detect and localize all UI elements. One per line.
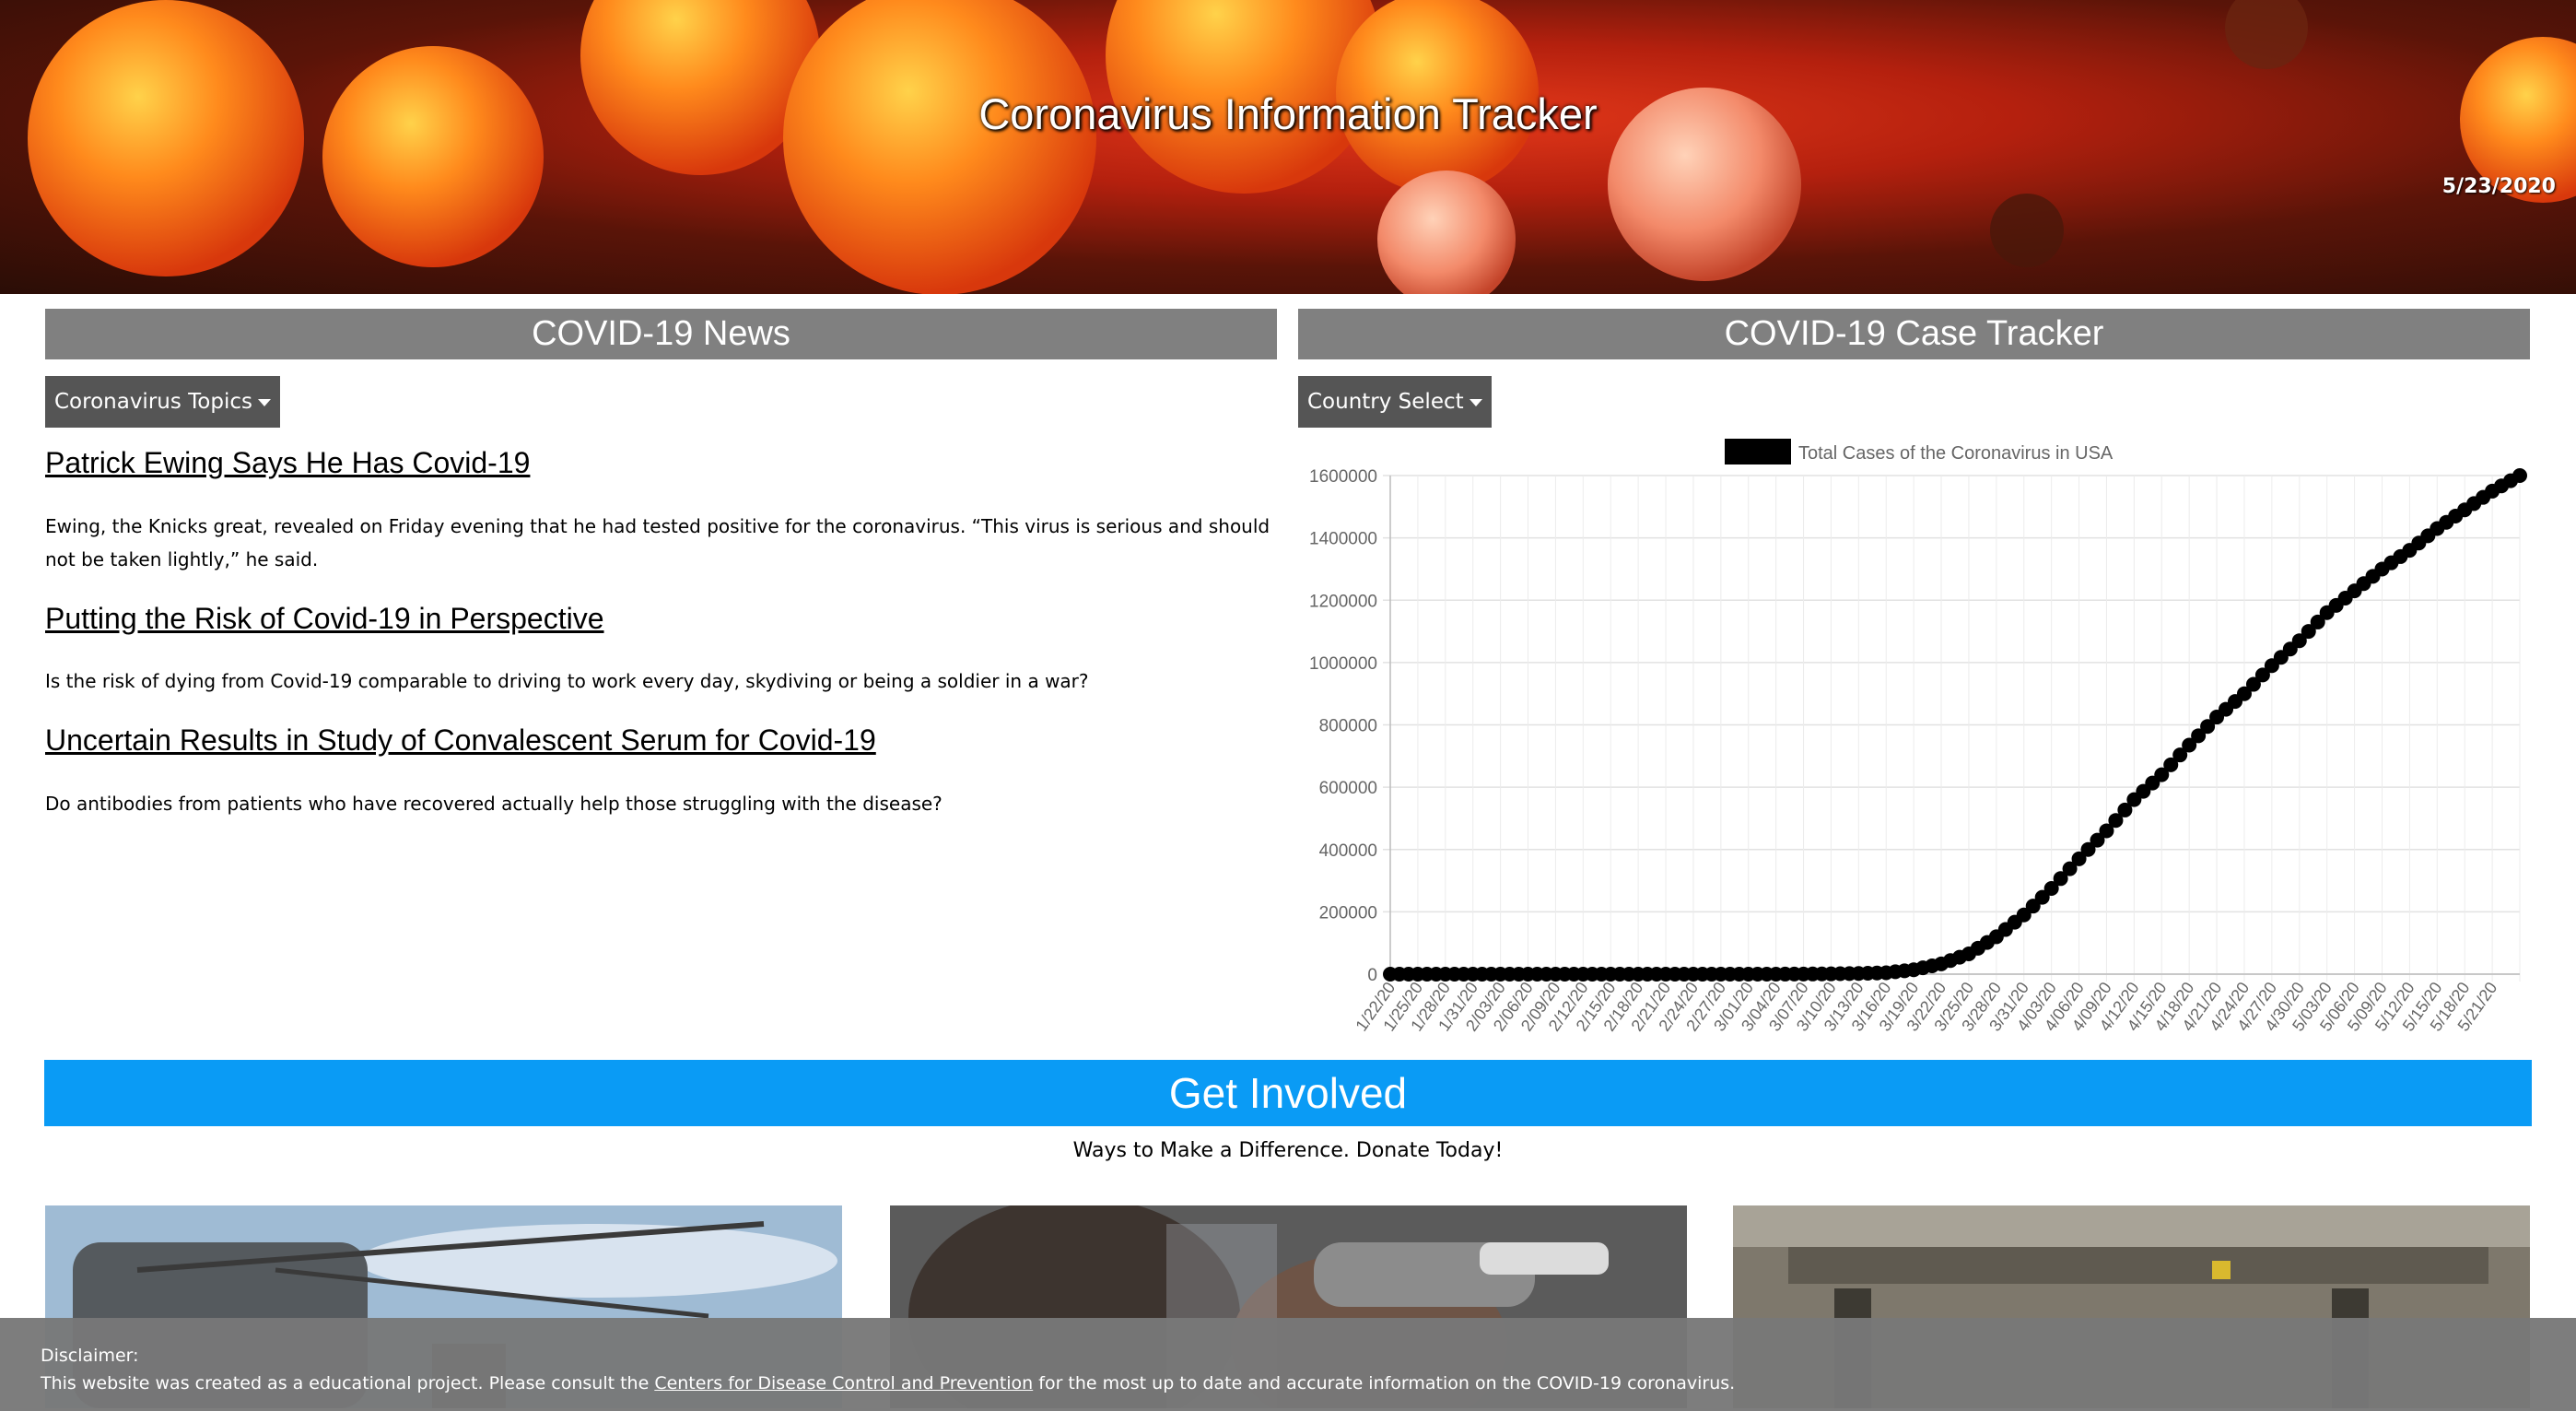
news-article-description: Is the risk of dying from Covid-19 compa… — [45, 670, 1089, 692]
data-point — [2512, 468, 2527, 483]
get-involved-subheading: Ways to Make a Difference. Donate Today! — [1072, 1139, 1504, 1162]
y-tick-label: 1200000 — [1309, 592, 1377, 611]
news-article-title[interactable]: Patrick Ewing Says He Has Covid-19 — [45, 446, 530, 480]
y-tick-label: 0 — [1367, 966, 1377, 985]
chevron-down-icon — [1469, 398, 1482, 406]
header-banner: Coronavirus Information Tracker 5/23/202… — [0, 0, 2576, 294]
disclaimer-text-before: This website was created as a educationa… — [41, 1373, 655, 1393]
y-tick-label: 400000 — [1319, 841, 1377, 861]
news-article-description: Do antibodies from patients who have rec… — [45, 793, 943, 815]
virus-banner-image — [28, 0, 2576, 294]
y-tick-label: 800000 — [1319, 717, 1377, 736]
topics-dropdown-label: Coronavirus Topics — [54, 390, 252, 414]
y-tick-label: 600000 — [1319, 779, 1377, 798]
legend-label: Total Cases of the Coronavirus in USA — [1798, 443, 2113, 464]
page-title: Coronavirus Information Tracker — [978, 89, 1598, 138]
news-article-description: Ewing, the Knicks great, revealed on Fri… — [45, 515, 1270, 570]
case-tracker-heading: COVID-19 Case Tracker — [1298, 309, 2530, 359]
case-chart: 0 200000 400000 600000 800000 1000000 1200000 1… — [1309, 439, 2527, 1034]
disclaimer-text-after: for the most up to date and accurate inf… — [1033, 1373, 1736, 1393]
news-heading: COVID-19 News — [45, 309, 1277, 359]
country-select-label: Country Select — [1307, 390, 1464, 414]
topics-dropdown[interactable]: Coronavirus Topics — [45, 376, 280, 428]
news-article-title[interactable]: Putting the Risk of Covid-19 in Perspect… — [45, 602, 604, 636]
country-select-dropdown[interactable]: Country Select — [1298, 376, 1492, 428]
chevron-down-icon — [258, 398, 271, 406]
y-tick-label: 1600000 — [1309, 467, 1377, 487]
legend-swatch — [1725, 439, 1791, 464]
get-involved-heading: Get Involved — [44, 1060, 2532, 1126]
cdc-link[interactable]: Centers for Disease Control and Preventi… — [654, 1373, 1033, 1393]
y-tick-label: 1000000 — [1309, 654, 1377, 674]
disclaimer-label: Disclaimer: — [41, 1346, 139, 1366]
news-article-title[interactable]: Uncertain Results in Study of Convalesce… — [45, 723, 876, 758]
current-date: 5/23/2020 — [2441, 175, 2556, 198]
disclaimer-text: This website was created as a educationa… — [41, 1370, 2576, 1397]
y-tick-label: 200000 — [1319, 903, 1377, 923]
y-tick-label: 1400000 — [1309, 530, 1377, 549]
disclaimer-banner: Disclaimer: This website was created as … — [0, 1318, 2576, 1411]
